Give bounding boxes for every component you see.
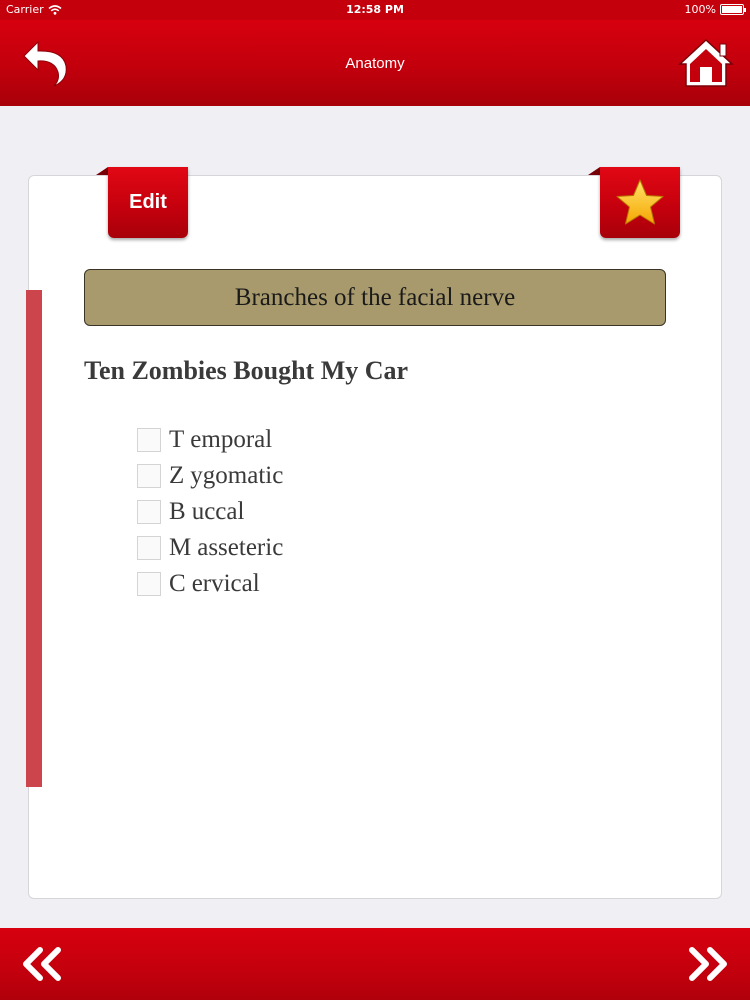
term-initial: M: [169, 534, 192, 561]
status-time: 12:58 PM: [346, 3, 404, 16]
mnemonic-heading: Ten Zombies Bought My Car: [84, 356, 409, 385]
term-checkbox[interactable]: [137, 428, 161, 452]
home-button[interactable]: [676, 36, 736, 90]
term-checkbox[interactable]: [137, 536, 161, 560]
term-checkbox[interactable]: [137, 500, 161, 524]
term-rest: asseteric: [197, 534, 284, 561]
status-bar: Carrier 12:58 PM 100%: [0, 0, 750, 20]
battery-icon: [720, 4, 746, 15]
home-icon: [678, 38, 734, 87]
next-card-button[interactable]: [680, 944, 736, 984]
list-item: T emporal: [137, 422, 283, 458]
term-checkbox[interactable]: [137, 572, 161, 596]
list-item: M asseteric: [137, 530, 283, 566]
list-item: B uccal: [137, 494, 283, 530]
term-rest: uccal: [191, 498, 245, 525]
topic-banner: Branches of the facial nerve: [84, 269, 666, 326]
edit-button[interactable]: Edit: [108, 167, 188, 238]
previous-card-button[interactable]: [14, 944, 70, 984]
term-initial: C: [169, 570, 186, 597]
favorite-tab-fold: [588, 167, 600, 175]
term-list: T emporal Z ygomatic B uccal M asseteric…: [137, 422, 283, 602]
term-initial: T: [169, 426, 185, 453]
term-rest: ervical: [191, 570, 260, 597]
term-initial: Z: [169, 462, 185, 489]
term-initial: B: [169, 498, 186, 525]
list-item: C ervical: [137, 566, 283, 602]
nav-bar: Anatomy: [0, 20, 750, 106]
star-icon: [616, 179, 664, 224]
status-battery: 100%: [684, 3, 746, 16]
favorite-button[interactable]: [600, 167, 680, 238]
term-rest: emporal: [190, 426, 273, 453]
battery-percent: 100%: [684, 3, 716, 16]
term-rest: ygomatic: [190, 462, 284, 489]
page-title: Anatomy: [345, 55, 405, 72]
term-checkbox[interactable]: [137, 464, 161, 488]
double-chevron-left-icon: [23, 947, 61, 981]
edit-tab-fold: [96, 167, 108, 175]
list-item: Z ygomatic: [137, 458, 283, 494]
card-side-accent: [26, 290, 42, 787]
bottom-toolbar: [0, 928, 750, 1000]
double-chevron-right-icon: [689, 947, 727, 981]
